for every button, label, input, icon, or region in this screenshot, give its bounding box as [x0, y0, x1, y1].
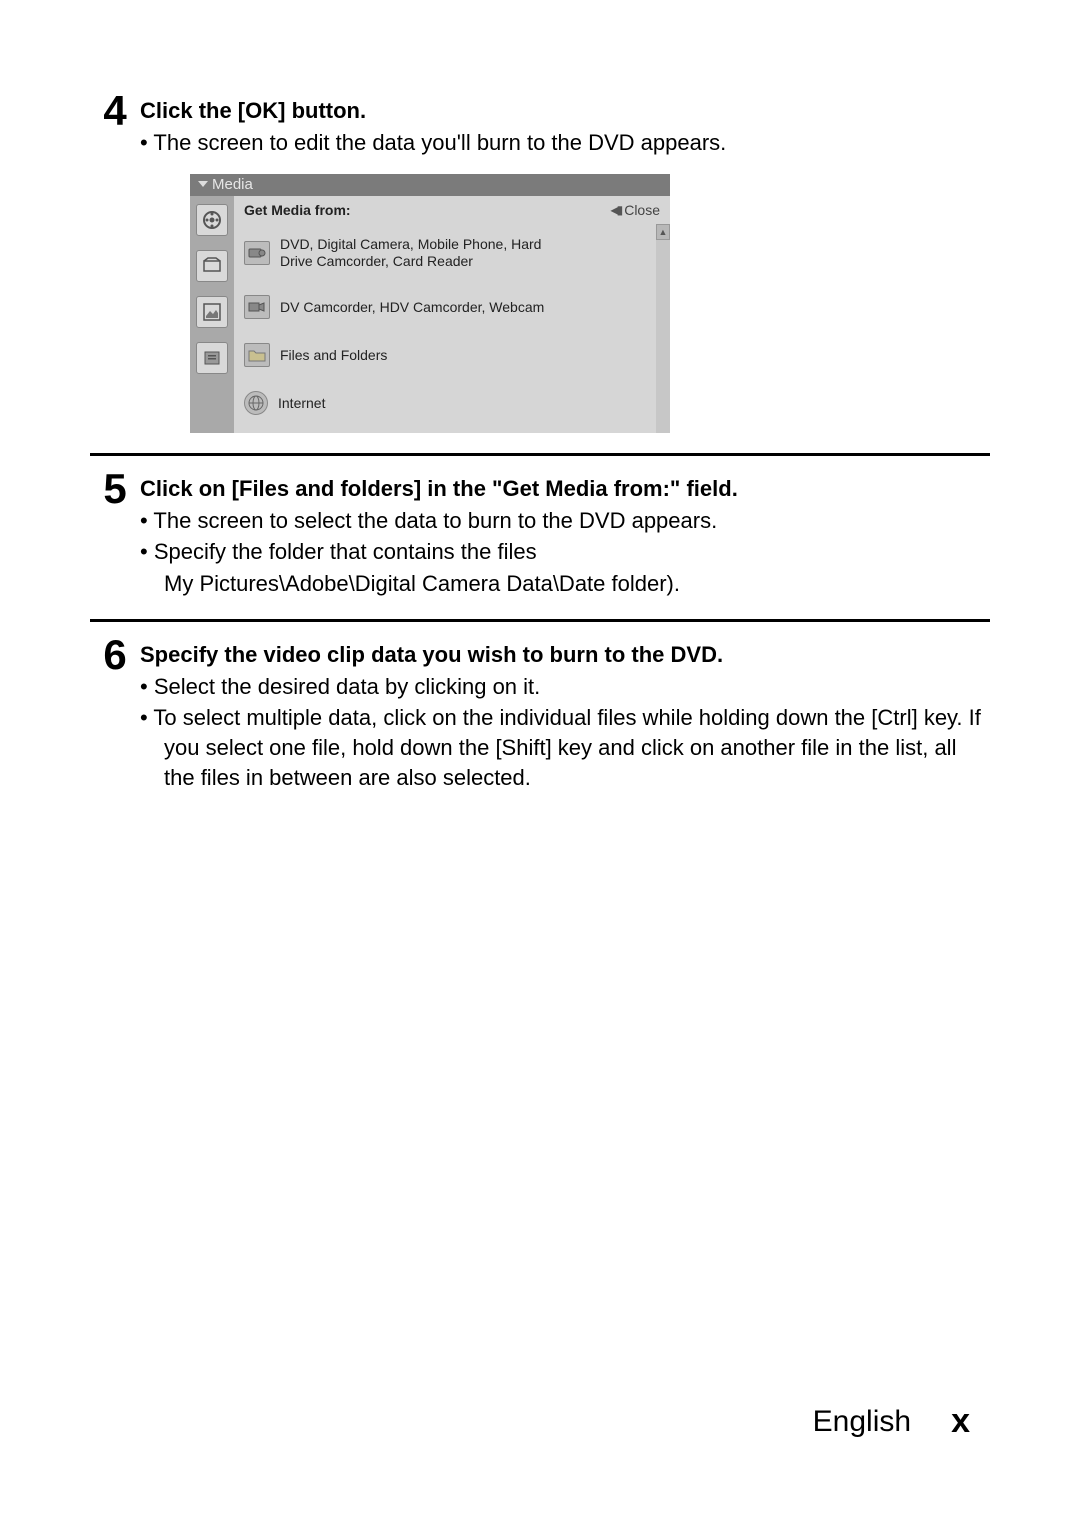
item-label: DV Camcorder, HDV Camcorder, Webcam [280, 299, 544, 315]
step-body: Click the [OK] button. The screen to edi… [140, 90, 990, 160]
step-bullets: The screen to edit the data you'll burn … [140, 128, 990, 158]
item-label: DVD, Digital Camera, Mobile Phone, Hard … [280, 236, 560, 271]
media-panel: Media Get Media from: [190, 174, 670, 433]
bullet-item: The screen to edit the data you'll burn … [140, 128, 990, 158]
scroll-up-icon[interactable]: ▲ [656, 224, 670, 240]
sidebar-button-2[interactable] [196, 250, 228, 282]
bullet-item: The screen to select the data to burn to… [140, 506, 990, 536]
footer-language: English [813, 1405, 911, 1439]
globe-icon [244, 391, 268, 415]
sidebar-button-4[interactable] [196, 342, 228, 374]
image-icon [202, 302, 222, 322]
chevron-left-icon: ◀▮ [610, 203, 620, 217]
bullet-item: Select the desired data by clicking on i… [140, 672, 990, 702]
step-number: 5 [90, 468, 140, 510]
media-source-item[interactable]: Files and Folders [234, 331, 670, 379]
panel-main: Get Media from: ◀▮ Close DVD, Digital Ca… [190, 196, 670, 433]
panel-sidebar [190, 196, 234, 433]
device-icon [244, 241, 270, 265]
step-title: Click the [OK] button. [140, 98, 990, 124]
content-header: Get Media from: ◀▮ Close [234, 196, 670, 224]
step-number: 4 [90, 90, 140, 132]
dropdown-triangle-icon [198, 181, 208, 187]
section-divider [90, 619, 990, 622]
sidebar-button-3[interactable] [196, 296, 228, 328]
footer-page-number: x [951, 1402, 970, 1441]
panel-title: Media [212, 176, 253, 193]
bullet-item: To select multiple data, click on the in… [140, 703, 990, 792]
media-source-item[interactable]: DVD, Digital Camera, Mobile Phone, Hard … [234, 224, 670, 283]
reel-icon [202, 210, 222, 230]
header-label: Get Media from: [244, 202, 351, 218]
close-button[interactable]: ◀▮ Close [610, 202, 660, 218]
step-6: 6 Specify the video clip data you wish t… [90, 634, 990, 795]
step-bullets: Select the desired data by clicking on i… [140, 672, 990, 793]
text-icon [202, 349, 222, 367]
step-body: Click on [Files and folders] in the "Get… [140, 468, 990, 599]
step-4: 4 Click the [OK] button. The screen to e… [90, 90, 990, 160]
panel-titlebar[interactable]: Media [190, 174, 670, 196]
item-label: Internet [278, 395, 325, 411]
media-source-item[interactable]: Internet [234, 379, 670, 427]
step-title: Click on [Files and folders] in the "Get… [140, 476, 990, 502]
step-5: 5 Click on [Files and folders] in the "G… [90, 468, 990, 599]
step-body: Specify the video clip data you wish to … [140, 634, 990, 795]
bullet-item: Specify the folder that contains the fil… [140, 537, 990, 567]
media-source-list: DVD, Digital Camera, Mobile Phone, Hard … [234, 224, 670, 433]
section-divider [90, 453, 990, 456]
close-label: Close [624, 202, 660, 218]
clip-icon [202, 257, 222, 275]
item-label: Files and Folders [280, 347, 387, 363]
panel-content: Get Media from: ◀▮ Close DVD, Digital Ca… [234, 196, 670, 433]
sidebar-button-1[interactable] [196, 204, 228, 236]
scrollbar[interactable]: ▲ [656, 224, 670, 433]
step-title: Specify the video clip data you wish to … [140, 642, 990, 668]
page-footer: English x [813, 1402, 970, 1441]
bullet-subline: My Pictures\Adobe\Digital Camera Data\Da… [140, 569, 990, 599]
folder-icon [244, 343, 270, 367]
step-number: 6 [90, 634, 140, 676]
media-source-item[interactable]: DV Camcorder, HDV Camcorder, Webcam [234, 283, 670, 331]
camcorder-icon [244, 295, 270, 319]
step-bullets: The screen to select the data to burn to… [140, 506, 990, 567]
